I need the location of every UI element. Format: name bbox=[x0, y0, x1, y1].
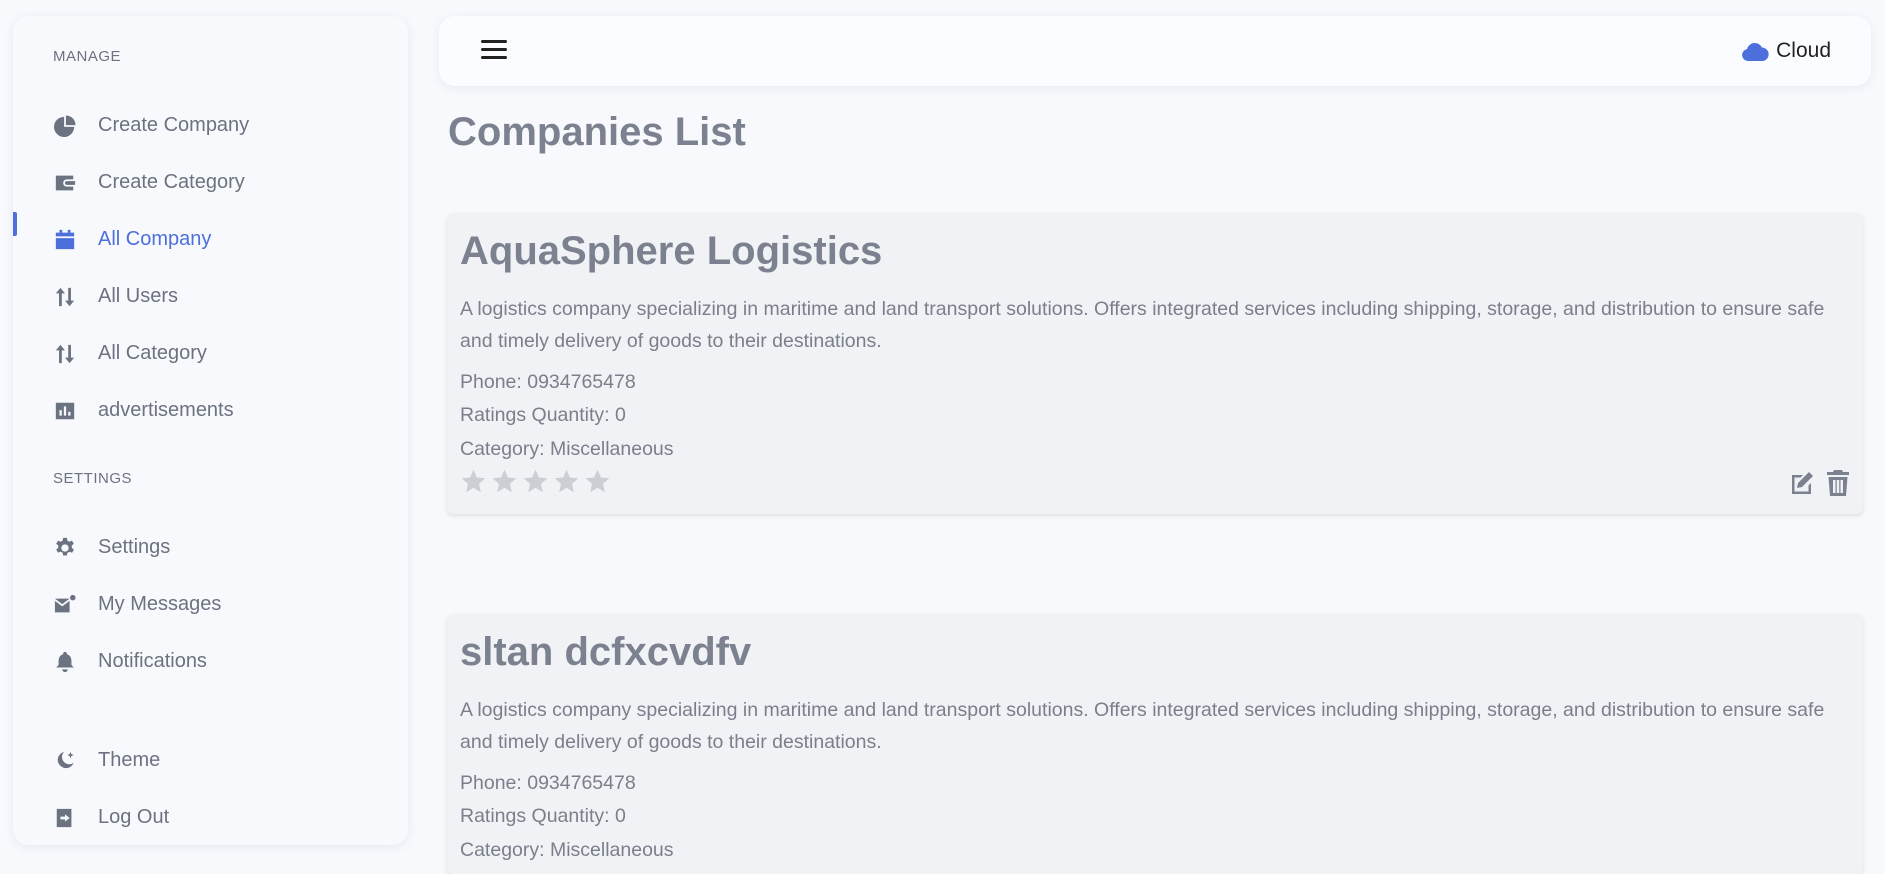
sidebar-item-settings[interactable]: Settings bbox=[13, 525, 408, 569]
sidebar-item-all-company[interactable]: All Company bbox=[13, 217, 408, 261]
company-description: A logistics company specializing in mari… bbox=[460, 699, 1825, 753]
star-icon[interactable] bbox=[460, 468, 487, 495]
sidebar-item-label: Create Category bbox=[98, 170, 245, 193]
bell-icon bbox=[53, 650, 77, 674]
company-category: Category: Miscellaneous bbox=[460, 438, 674, 460]
manage-section-label: MANAGE bbox=[53, 48, 122, 65]
rating-stars[interactable] bbox=[460, 468, 611, 495]
sidebar-item-notifications[interactable]: Notifications bbox=[13, 639, 408, 683]
logout-icon bbox=[53, 806, 77, 830]
edit-icon[interactable] bbox=[1789, 469, 1815, 497]
star-icon[interactable] bbox=[522, 468, 549, 495]
moon-icon bbox=[53, 749, 77, 773]
company-ratings-quantity: Ratings Quantity: 0 bbox=[460, 404, 626, 426]
sort-arrows-icon bbox=[53, 342, 77, 366]
sidebar-item-theme[interactable]: Theme bbox=[13, 738, 408, 782]
company-name: sltan dcfxcvdfv bbox=[460, 630, 752, 674]
sidebar-item-create-category[interactable]: Create Category bbox=[13, 160, 408, 204]
page-title: Companies List bbox=[448, 110, 746, 154]
sidebar-item-label: Notifications bbox=[98, 649, 207, 672]
pie-chart-icon bbox=[53, 114, 77, 138]
star-icon[interactable] bbox=[584, 468, 611, 495]
settings-section-label: SETTINGS bbox=[53, 470, 133, 487]
sidebar: MANAGE Create Company Create Category Al… bbox=[13, 16, 408, 845]
sidebar-item-label: advertisements bbox=[98, 398, 234, 421]
star-icon[interactable] bbox=[553, 468, 580, 495]
topbar: Cloud bbox=[439, 16, 1871, 86]
sidebar-item-my-messages[interactable]: My Messages bbox=[13, 582, 408, 626]
cloud-button[interactable]: Cloud bbox=[1740, 38, 1831, 64]
sidebar-item-all-users[interactable]: All Users bbox=[13, 274, 408, 318]
sidebar-item-label: Theme bbox=[98, 748, 161, 771]
sort-arrows-icon bbox=[53, 285, 77, 309]
bar-chart-icon bbox=[53, 399, 77, 423]
calendar-icon bbox=[53, 228, 77, 252]
company-phone: Phone: 0934765478 bbox=[460, 371, 636, 393]
wallet-icon bbox=[53, 171, 77, 195]
company-phone: Phone: 0934765478 bbox=[460, 772, 636, 794]
gear-icon bbox=[53, 536, 77, 560]
cloud-label: Cloud bbox=[1776, 39, 1831, 62]
company-card: AquaSphere Logistics A logistics company… bbox=[447, 213, 1863, 514]
sidebar-item-advertisements[interactable]: advertisements bbox=[13, 388, 408, 432]
sidebar-item-create-company[interactable]: Create Company bbox=[13, 103, 408, 147]
sidebar-item-label: All Users bbox=[98, 284, 179, 307]
star-icon[interactable] bbox=[491, 468, 518, 495]
trash-icon[interactable] bbox=[1825, 469, 1851, 497]
card-actions bbox=[1789, 469, 1851, 497]
sidebar-item-label: All Category bbox=[98, 341, 207, 364]
sidebar-item-label: My Messages bbox=[98, 592, 222, 615]
sidebar-item-all-category[interactable]: All Category bbox=[13, 331, 408, 375]
sidebar-item-label: All Company bbox=[98, 227, 212, 250]
cloud-icon bbox=[1742, 42, 1769, 61]
company-card: sltan dcfxcvdfv A logistics company spec… bbox=[447, 614, 1863, 874]
sidebar-item-label: Settings bbox=[98, 535, 171, 558]
sidebar-item-label: Log Out bbox=[98, 805, 170, 828]
sidebar-item-label: Create Company bbox=[98, 113, 250, 136]
company-name: AquaSphere Logistics bbox=[460, 229, 883, 273]
mail-icon bbox=[53, 593, 77, 617]
company-description: A logistics company specializing in mari… bbox=[460, 298, 1825, 352]
hamburger-icon[interactable] bbox=[481, 38, 507, 62]
company-ratings-quantity: Ratings Quantity: 0 bbox=[460, 805, 626, 827]
company-category: Category: Miscellaneous bbox=[460, 839, 674, 861]
sidebar-item-log-out[interactable]: Log Out bbox=[13, 795, 408, 839]
